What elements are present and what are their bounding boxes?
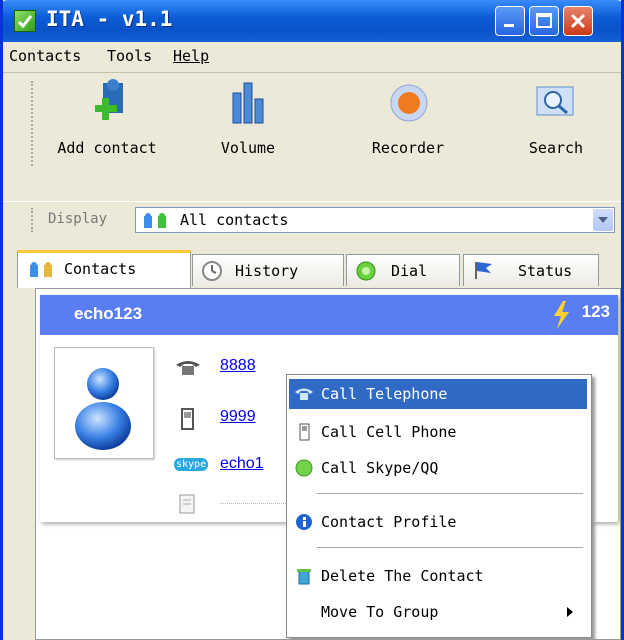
title-bar[interactable]: ITA - v1.1: [3, 0, 621, 42]
menu-delete-contact[interactable]: Delete The Contact: [289, 561, 587, 591]
clock-icon: [202, 261, 222, 281]
chevron-down-icon[interactable]: [593, 209, 613, 231]
volume-label: Volume: [220, 139, 276, 157]
app-icon: [14, 10, 36, 32]
telephone-icon: [295, 388, 313, 400]
contact-count: 123: [581, 302, 610, 321]
search-icon: [536, 86, 574, 116]
recycle-bin-icon: [297, 569, 311, 585]
display-label: Display: [48, 211, 108, 227]
display-filter-select[interactable]: All contacts: [135, 207, 615, 233]
cellphone-icon: [181, 408, 194, 430]
tab-contacts-label: Contacts: [64, 260, 137, 278]
tab-strip: Contacts History Dial Status: [3, 238, 621, 288]
tab-history-label: History: [235, 262, 299, 280]
telephone-link[interactable]: 8888: [220, 357, 256, 375]
menu-call-cell-label: Call Cell Phone: [321, 423, 457, 441]
menu-call-telephone-label: Call Telephone: [321, 385, 448, 403]
contact-avatar: [54, 347, 154, 459]
maximize-button[interactable]: [529, 6, 559, 36]
menu-help[interactable]: Help: [173, 47, 209, 65]
flag-icon: [475, 262, 492, 279]
tab-dial[interactable]: Dial: [346, 254, 460, 286]
note-icon: [179, 494, 195, 514]
toolbar-grip[interactable]: [31, 81, 36, 166]
menu-contact-profile-label: Contact Profile: [321, 513, 457, 531]
menu-separator: [317, 547, 583, 548]
telephone-icon: [176, 361, 200, 375]
dial-icon: [356, 261, 376, 281]
contact-name: echo123: [74, 304, 143, 323]
menu-contacts[interactable]: Contacts: [9, 47, 81, 65]
display-selected-value: All contacts: [180, 211, 289, 229]
volume-icon: [232, 82, 264, 124]
lightning-icon: [554, 301, 569, 329]
toolbar: Add contact Volume Recorder Search: [3, 73, 621, 201]
menu-call-cell[interactable]: Call Cell Phone: [289, 417, 587, 447]
add-contact-icon: [95, 79, 123, 120]
skype-icon: skype: [174, 458, 209, 471]
search-label: Search: [528, 139, 584, 157]
cell-link[interactable]: 9999: [220, 408, 256, 426]
tab-contacts[interactable]: Contacts: [17, 250, 191, 288]
close-button[interactable]: [563, 6, 593, 36]
menu-tools[interactable]: Tools: [107, 47, 152, 65]
cellphone-icon: [299, 423, 310, 441]
recorder-label: Recorder: [371, 139, 445, 157]
tab-status-label: Status: [518, 262, 573, 280]
contacts-group-icon: [144, 213, 166, 228]
add-contact-label: Add contact: [57, 139, 157, 157]
menu-delete-contact-label: Delete The Contact: [321, 567, 484, 585]
menu-contact-profile[interactable]: Contact Profile: [289, 507, 587, 537]
context-menu: Call Telephone Call Cell Phone Call Skyp…: [286, 374, 592, 638]
menu-separator: [317, 493, 583, 494]
menu-call-skype[interactable]: Call Skype/QQ: [289, 453, 587, 483]
record-icon: [390, 84, 428, 122]
user-avatar-icon: [75, 368, 131, 450]
menu-call-skype-label: Call Skype/QQ: [321, 459, 439, 477]
contact-card-header: echo123 123: [40, 295, 618, 335]
tab-dial-label: Dial: [391, 262, 428, 280]
menu-move-to-group-label: Move To Group: [321, 603, 439, 621]
menu-call-telephone[interactable]: Call Telephone: [289, 379, 587, 409]
contacts-icon: [30, 262, 52, 277]
menu-move-to-group[interactable]: Move To Group: [289, 597, 587, 627]
skype-call-icon: [295, 459, 313, 477]
display-bar: Display All contacts: [3, 201, 621, 239]
submenu-arrow-icon: [567, 607, 573, 617]
tab-status[interactable]: Status: [463, 254, 599, 286]
minimize-button[interactable]: [495, 6, 525, 36]
display-grip[interactable]: [31, 208, 36, 232]
skype-link[interactable]: echo1: [220, 455, 264, 473]
window-title: ITA - v1.1: [46, 7, 173, 31]
app-window: ITA - v1.1 Contacts Tools Help Add conta…: [0, 0, 624, 640]
menu-bar: Contacts Tools Help: [3, 42, 621, 73]
tab-history[interactable]: History: [192, 254, 344, 286]
info-icon: [296, 514, 312, 530]
